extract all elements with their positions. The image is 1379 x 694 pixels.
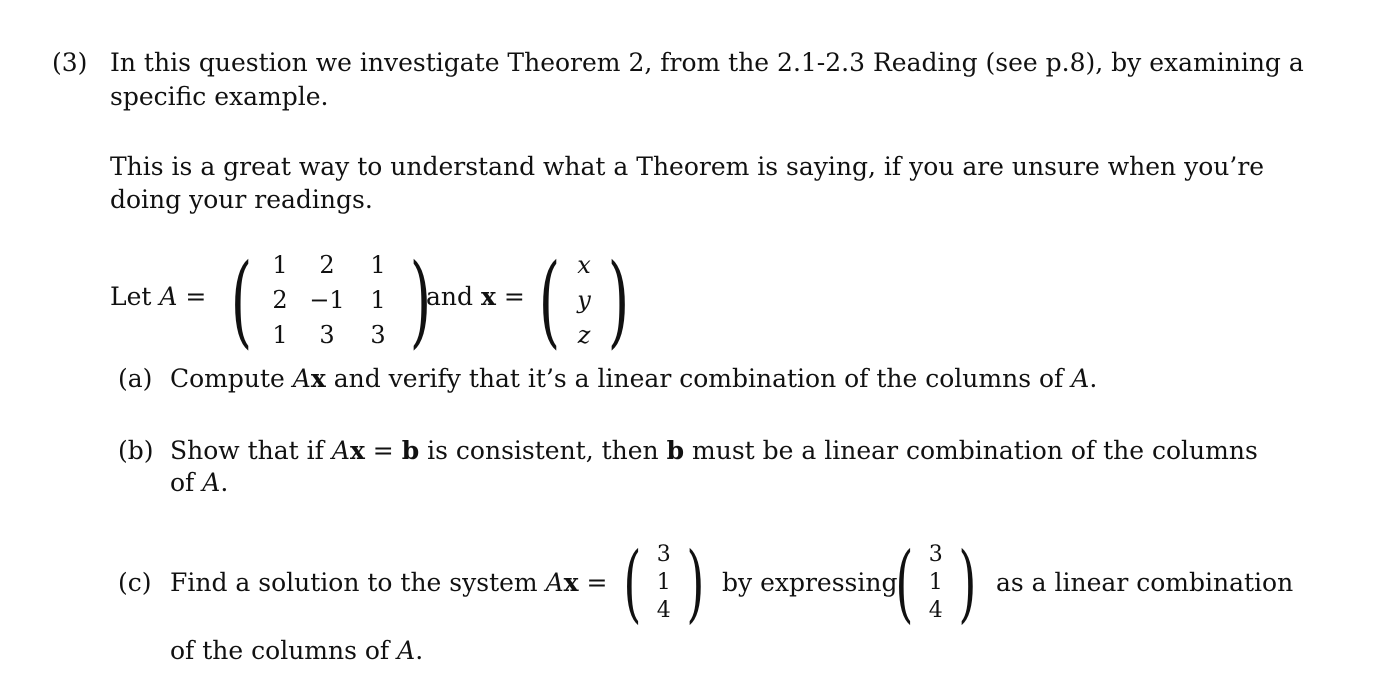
equals-sign: =: [372, 436, 394, 465]
part-b-text-1: Show that if: [170, 436, 324, 465]
equals-sign: =: [185, 282, 207, 311]
part-b-line2-text: of: [170, 468, 195, 497]
period: .: [220, 468, 229, 497]
matrix-entry: 1: [272, 251, 288, 279]
let-statement: Let A =: [110, 282, 206, 311]
symbol-x: x: [563, 568, 579, 597]
part-c-line2-text: of the columns of: [170, 636, 390, 665]
part-c-label: (c): [118, 568, 152, 597]
matrix-symbol-A: A: [159, 282, 178, 311]
left-paren: (: [230, 241, 253, 359]
part-c-text-2: by expressing: [722, 568, 898, 597]
right-paren: ): [958, 534, 977, 632]
part-b-line-2: of A.: [170, 468, 228, 497]
part-b-text-3: must be a linear combination of the colu…: [692, 436, 1258, 465]
and-x-equals: and x =: [426, 282, 525, 311]
part-a-text: Compute Ax and verify that it’s a linear…: [170, 364, 1097, 393]
vector-entry: y: [577, 286, 591, 314]
let-word: Let: [110, 282, 152, 311]
part-c-text: Find a solution to the system: [170, 568, 538, 597]
matrix-entry: 1: [272, 321, 288, 349]
intro-line-1: In this question we investigate Theorem …: [110, 48, 1304, 77]
and-word: and: [426, 282, 474, 311]
vector-entry: 4: [656, 598, 671, 623]
vector-entry: 4: [928, 598, 943, 623]
note-line-2: doing your readings.: [110, 185, 373, 214]
part-a-label: (a): [118, 364, 153, 393]
part-b-label: (b): [118, 436, 154, 465]
equals-sign: =: [586, 568, 608, 597]
vector-b-2: ( 3 1 4 ): [888, 541, 984, 625]
vector-entry: 3: [656, 542, 671, 567]
matrix-entry: 3: [370, 321, 386, 349]
matrix-entry: 1: [370, 251, 386, 279]
note-line-1: This is a great way to understand what a…: [110, 152, 1265, 181]
part-b-text-2: is consistent, then: [427, 436, 659, 465]
symbol-A: A: [202, 468, 221, 497]
part-c-text-3: as a linear combination: [996, 568, 1294, 597]
vector-entry: 1: [928, 570, 943, 595]
vector-entry: 1: [656, 570, 671, 595]
part-c-line-2: of the columns of A.: [170, 636, 423, 665]
matrix-entry: −1: [309, 286, 345, 314]
symbol-b: b: [401, 436, 420, 465]
matrix-entry: 3: [319, 321, 335, 349]
equals-sign: =: [503, 282, 525, 311]
symbol-x: x: [310, 364, 326, 393]
symbol-x: x: [349, 436, 365, 465]
left-paren: (: [895, 534, 914, 632]
part-b-line-1: Show that if Ax = b is consistent, then …: [170, 436, 1258, 465]
part-a-text-1: Compute: [170, 364, 285, 393]
vector-entry: x: [577, 251, 591, 279]
vector-entry: z: [577, 321, 591, 349]
symbol-A: A: [331, 436, 350, 465]
vector-x-entries: x y z: [569, 248, 599, 353]
right-paren: ): [686, 534, 705, 632]
symbol-A: A: [292, 364, 311, 393]
matrix-A: ( 1 2 1 2 −1 1 1 3 3 ): [222, 248, 440, 353]
matrix-entry: 2: [319, 251, 335, 279]
period: .: [1089, 364, 1098, 393]
left-paren: (: [623, 534, 642, 632]
part-c-text-1: Find a solution to the system Ax =: [170, 568, 607, 597]
symbol-A: A: [545, 568, 564, 597]
symbol-A: A: [397, 636, 416, 665]
period: .: [618, 282, 626, 311]
vector-b-1: ( 3 1 4 ): [616, 541, 712, 625]
vector-entry: 3: [928, 542, 943, 567]
question-number: (3): [52, 48, 88, 77]
left-paren: (: [538, 241, 561, 359]
period: .: [415, 636, 424, 665]
vector-b-entries: 3 1 4: [649, 541, 679, 625]
matrix-entry: 2: [272, 286, 288, 314]
matrix-entry: 1: [370, 286, 386, 314]
part-a-text-2: and verify that it’s a linear combinatio…: [333, 364, 1064, 393]
vector-b-entries: 3 1 4: [921, 541, 951, 625]
symbol-A: A: [1071, 364, 1090, 393]
symbol-b: b: [666, 436, 685, 465]
vector-symbol-x: x: [480, 282, 496, 311]
matrix-A-entries: 1 2 1 2 −1 1 1 3 3: [261, 248, 401, 353]
intro-line-2: specific example.: [110, 82, 329, 111]
